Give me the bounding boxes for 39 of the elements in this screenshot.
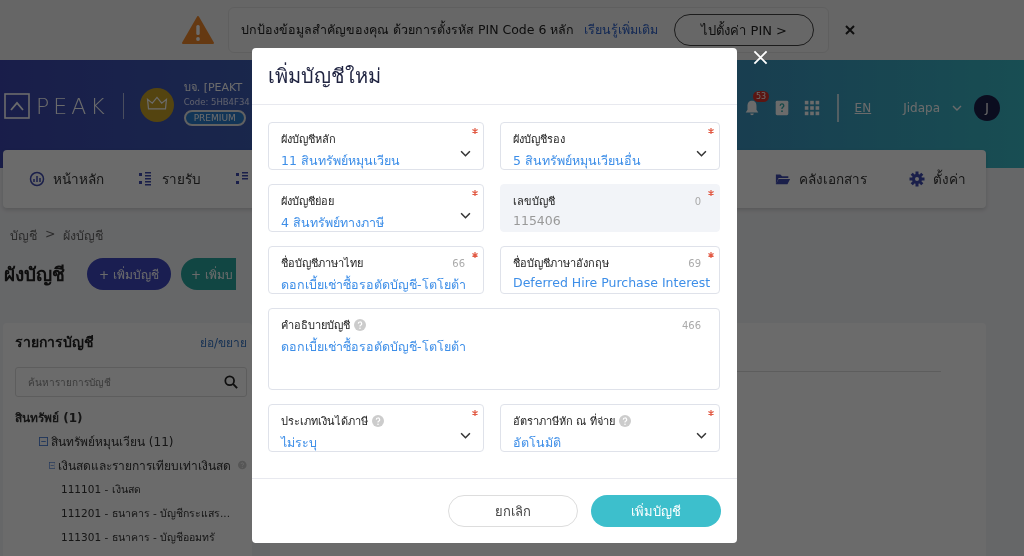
- add-account-button[interactable]: + เพิ่มบ: [180, 258, 236, 290]
- add-account-button[interactable]: + เพิ่มบัญชี: [87, 258, 171, 290]
- nav-item[interactable]: หน้าหลัก: [29, 168, 104, 190]
- nav-item[interactable]: รายรับ: [138, 168, 201, 190]
- input-field[interactable]: เลขบัญชี 0 115406: [500, 184, 720, 232]
- tree-item[interactable]: 111101 - เงินสด: [61, 480, 141, 498]
- text-area[interactable]: คำอธิบายบัญชี 466 ดอกเบี้ยเช่าซื้อรอตัดบัญชี-โตโยต้า: [268, 308, 720, 390]
- language-link[interactable]: EN: [854, 101, 872, 115]
- tree-item[interactable]: สินทรัพย์หมุนเวียน (11): [51, 431, 174, 451]
- breadcrumb-item: >: [45, 226, 56, 243]
- company-name: บจ. [PEAKT: [183, 80, 243, 96]
- add-account-button[interactable]: เพิ่มบัญชี: [591, 495, 721, 527]
- notice-text: ปกป้องข้อมูลสำคัญของคุณ ด้วยการตั้งรหัส PIN Code 6 หลัก: [241, 20, 575, 40]
- learn-more-link[interactable]: เรียนรู้เพิ่มเติม: [584, 20, 659, 40]
- tree-item[interactable]: เงินสดและรายการเทียบเท่าเงินสด: [58, 455, 232, 475]
- select-field[interactable]: ผังบัญชีรอง 5 สินทรัพย์หมุนเวียนอื่น: [500, 122, 720, 170]
- page-title: ผังบัญชี: [4, 262, 65, 288]
- input-field[interactable]: ชื่อบัญชีภาษาไทย 66 ดอกเบี้ยเช่าซื้อรอตัดบัญชี-โตโยต้า: [268, 246, 484, 294]
- select-field[interactable]: ผังบัญชีย่อย 4 สินทรัพย์ทางภาษี: [268, 184, 484, 232]
- plan-badge: PREMIUM: [183, 110, 246, 126]
- breadcrumb-item[interactable]: บัญชี: [10, 226, 37, 246]
- nav-item[interactable]: คลังเอกสาร: [775, 168, 867, 190]
- input-field[interactable]: ชื่อบัญชีภาษาอังกฤษ 69 Deferred Hire Purchase Interest: [500, 246, 720, 294]
- tree-item[interactable]: 111201 - ธนาคาร - บัญชีกระแสร...: [61, 504, 231, 522]
- breadcrumb-item: ผังบัญชี: [63, 227, 104, 245]
- tree-item[interactable]: 111301 - ธนาคาร - บัญชีออมทรั: [61, 528, 215, 546]
- dialog-title: เพิ่มบัญชีใหม่: [268, 61, 381, 90]
- logo-text: PEAK: [36, 93, 109, 119]
- select-field[interactable]: ประเภทเงินได้ภาษี ไม่ระบุ: [268, 404, 484, 452]
- cancel-button[interactable]: ยกเลิก: [448, 495, 578, 527]
- card-title: รายการบัญชี: [15, 333, 94, 353]
- select-field[interactable]: อัตราภาษีหัก ณ ที่จ่าย อัตโนมัติ: [500, 404, 720, 452]
- tree-item[interactable]: สินทรัพย์ (1): [15, 407, 83, 427]
- user-name[interactable]: Jidapa: [903, 101, 940, 115]
- nav-item[interactable]: ตั้งค่า: [909, 168, 966, 190]
- notification-badge: 53: [752, 91, 770, 102]
- collapse-expand-link[interactable]: ย่อ/ขยาย: [199, 332, 247, 352]
- select-field[interactable]: ผังบัญชีหลัก 11 สินทรัพย์หมุนเวียน: [268, 122, 484, 170]
- user-avatar[interactable]: J: [974, 95, 1000, 121]
